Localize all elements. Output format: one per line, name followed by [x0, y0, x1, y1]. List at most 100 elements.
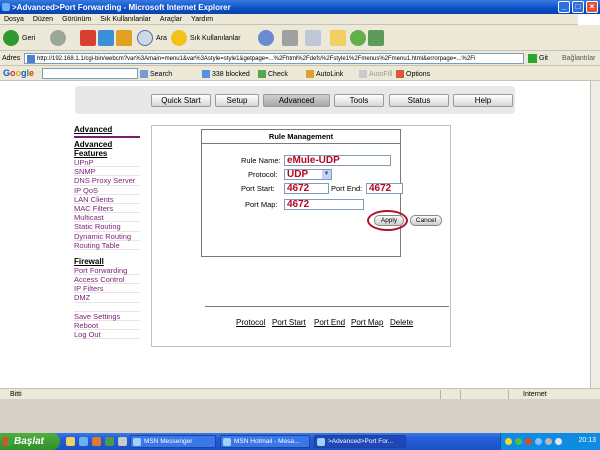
tray-icon-4[interactable]	[535, 438, 542, 445]
go-arrow-icon	[528, 54, 537, 63]
back-button[interactable]: Geri	[3, 30, 35, 46]
sidebar-item-access-control[interactable]: Access Control	[74, 275, 140, 285]
tab-tools[interactable]: Tools	[334, 94, 384, 107]
cancel-button[interactable]: Cancel	[410, 215, 442, 226]
quicklaunch-media-icon[interactable]	[92, 437, 101, 446]
sidebar-item-save-settings[interactable]: Save Settings	[74, 312, 140, 321]
minimize-button[interactable]: _	[558, 1, 570, 13]
apply-button[interactable]: Apply	[374, 215, 404, 226]
tab-quick-start[interactable]: Quick Start	[151, 94, 211, 107]
sidebar-item-mac-filters[interactable]: MAC Filters	[74, 204, 140, 214]
menu-tools[interactable]: Araçlar	[160, 16, 182, 23]
media-icon	[258, 30, 274, 46]
port-map-input[interactable]: 4672	[284, 199, 364, 210]
spell-check-button[interactable]: Check	[258, 70, 288, 78]
google-search-button[interactable]: Search	[140, 70, 172, 78]
tray-icon-2[interactable]	[515, 438, 522, 445]
media-button[interactable]	[258, 30, 274, 46]
address-label: Adres	[2, 55, 21, 62]
tab-advanced[interactable]: Advanced	[263, 94, 330, 107]
col-port-start[interactable]: Port Start	[272, 318, 306, 327]
protocol-select[interactable]: UDP ▼	[284, 169, 332, 180]
clock[interactable]: 20:13	[578, 437, 596, 444]
web-content: Quick Start Setup Advanced Tools Status …	[0, 81, 590, 388]
tray-icon-1[interactable]	[505, 438, 512, 445]
print-button[interactable]	[282, 30, 298, 46]
menu-help[interactable]: Yardım	[191, 16, 213, 23]
port-end-input[interactable]: 4672	[366, 183, 403, 194]
tray-icon-3[interactable]	[525, 438, 532, 445]
folder-button[interactable]	[330, 30, 346, 46]
tab-status[interactable]: Status	[389, 94, 449, 107]
sidebar-item-dmz[interactable]: DMZ	[74, 293, 140, 303]
sidebar-item-dynamic-routing[interactable]: Dynamic Routing	[74, 232, 140, 241]
maximize-button[interactable]: □	[572, 1, 584, 13]
sidebar-heading-firewall[interactable]: Firewall	[74, 257, 140, 266]
sidebar-item-ip-filters[interactable]: IP Filters	[74, 284, 140, 294]
sidebar: Advanced Advanced Features UPnP SNMP DNS…	[74, 125, 140, 340]
menu-view[interactable]: Görünüm	[62, 16, 91, 23]
sidebar-item-snmp[interactable]: SNMP	[74, 167, 140, 177]
address-input[interactable]: http://192.168.1.1/cgi-bin/webcm?var%3Am…	[24, 53, 524, 64]
col-port-map[interactable]: Port Map	[351, 318, 383, 327]
quicklaunch-desktop-icon[interactable]	[118, 437, 127, 446]
close-button[interactable]: ×	[586, 1, 598, 13]
vertical-scrollbar[interactable]	[590, 81, 600, 388]
sidebar-item-static-routing[interactable]: Static Routing	[74, 222, 140, 232]
task-msn-hotmail[interactable]: MSN Hotmail - Mesa...	[220, 435, 310, 448]
tab-help[interactable]: Help	[453, 94, 513, 107]
messenger-button[interactable]	[350, 30, 366, 46]
popup-blocker-button[interactable]: 338 blocked	[202, 70, 250, 78]
sidebar-heading-advanced[interactable]: Advanced	[74, 125, 140, 134]
sidebar-heading-advanced-features[interactable]: Advanced Features	[74, 140, 140, 158]
tab-setup[interactable]: Setup	[215, 94, 259, 107]
port-start-input[interactable]: 4672	[284, 183, 329, 194]
rule-name-input[interactable]: eMule-UDP	[284, 155, 391, 166]
tools-button[interactable]	[368, 30, 384, 46]
refresh-button[interactable]	[98, 30, 114, 46]
autolink-button[interactable]: AutoLink	[306, 70, 343, 78]
forward-button[interactable]	[50, 30, 66, 46]
col-port-end[interactable]: Port End	[314, 318, 345, 327]
chevron-down-icon: ▼	[322, 170, 331, 179]
rule-name-label: Rule Name:	[241, 156, 281, 165]
sidebar-item-log-out[interactable]: Log Out	[74, 330, 140, 340]
task-internet-explorer[interactable]: >Advanced>Port For...	[314, 435, 406, 448]
quicklaunch-ie-icon[interactable]	[79, 437, 88, 446]
sidebar-item-ip-qos[interactable]: IP QoS	[74, 186, 140, 195]
sidebar-item-dns-proxy[interactable]: DNS Proxy Server	[74, 176, 140, 186]
home-button[interactable]	[116, 30, 132, 46]
quicklaunch-folder-icon[interactable]	[66, 437, 75, 446]
google-search-input[interactable]	[42, 68, 138, 79]
taskbar: Başlat MSN Messenger MSN Hotmail - Mesa.…	[0, 433, 600, 450]
tray-icon-5[interactable]	[545, 438, 552, 445]
sidebar-item-port-forwarding[interactable]: Port Forwarding	[74, 266, 140, 276]
printer-icon	[282, 30, 298, 46]
task-msn-messenger[interactable]: MSN Messenger	[130, 435, 216, 448]
google-logo[interactable]: Google	[3, 68, 34, 78]
quicklaunch-messenger-icon[interactable]	[105, 437, 114, 446]
sidebar-item-upnp[interactable]: UPnP	[74, 158, 140, 168]
favorites-button[interactable]: Sık Kullanılanlar	[171, 30, 241, 46]
edit-button[interactable]	[305, 30, 321, 46]
stop-button[interactable]	[80, 30, 96, 46]
sidebar-item-multicast[interactable]: Multicast	[74, 213, 140, 223]
sidebar-item-reboot[interactable]: Reboot	[74, 321, 140, 330]
links-button[interactable]: Bağlantılar	[562, 55, 595, 62]
go-button[interactable]: Git	[528, 54, 548, 63]
autofill-button[interactable]: AutoFill	[359, 70, 392, 78]
options-icon	[396, 70, 404, 78]
start-button[interactable]: Başlat	[0, 433, 60, 450]
search-button[interactable]: Ara	[137, 30, 167, 46]
menu-file[interactable]: Dosya	[4, 16, 24, 23]
menu-edit[interactable]: Düzen	[33, 16, 53, 23]
col-protocol[interactable]: Protocol	[236, 318, 265, 327]
menu-favorites[interactable]: Sık Kullanılanlar	[100, 16, 151, 23]
main-panel: Rule Management Rule Name: eMule-UDP Pro…	[151, 125, 451, 347]
title-bar: >Advanced>Port Forwarding - Microsoft In…	[0, 0, 600, 14]
sidebar-item-lan-clients[interactable]: LAN Clients	[74, 195, 140, 204]
sidebar-item-routing-table[interactable]: Routing Table	[74, 241, 140, 250]
volume-icon[interactable]	[555, 438, 562, 445]
options-button[interactable]: Options	[396, 70, 430, 78]
col-delete[interactable]: Delete	[390, 318, 413, 327]
